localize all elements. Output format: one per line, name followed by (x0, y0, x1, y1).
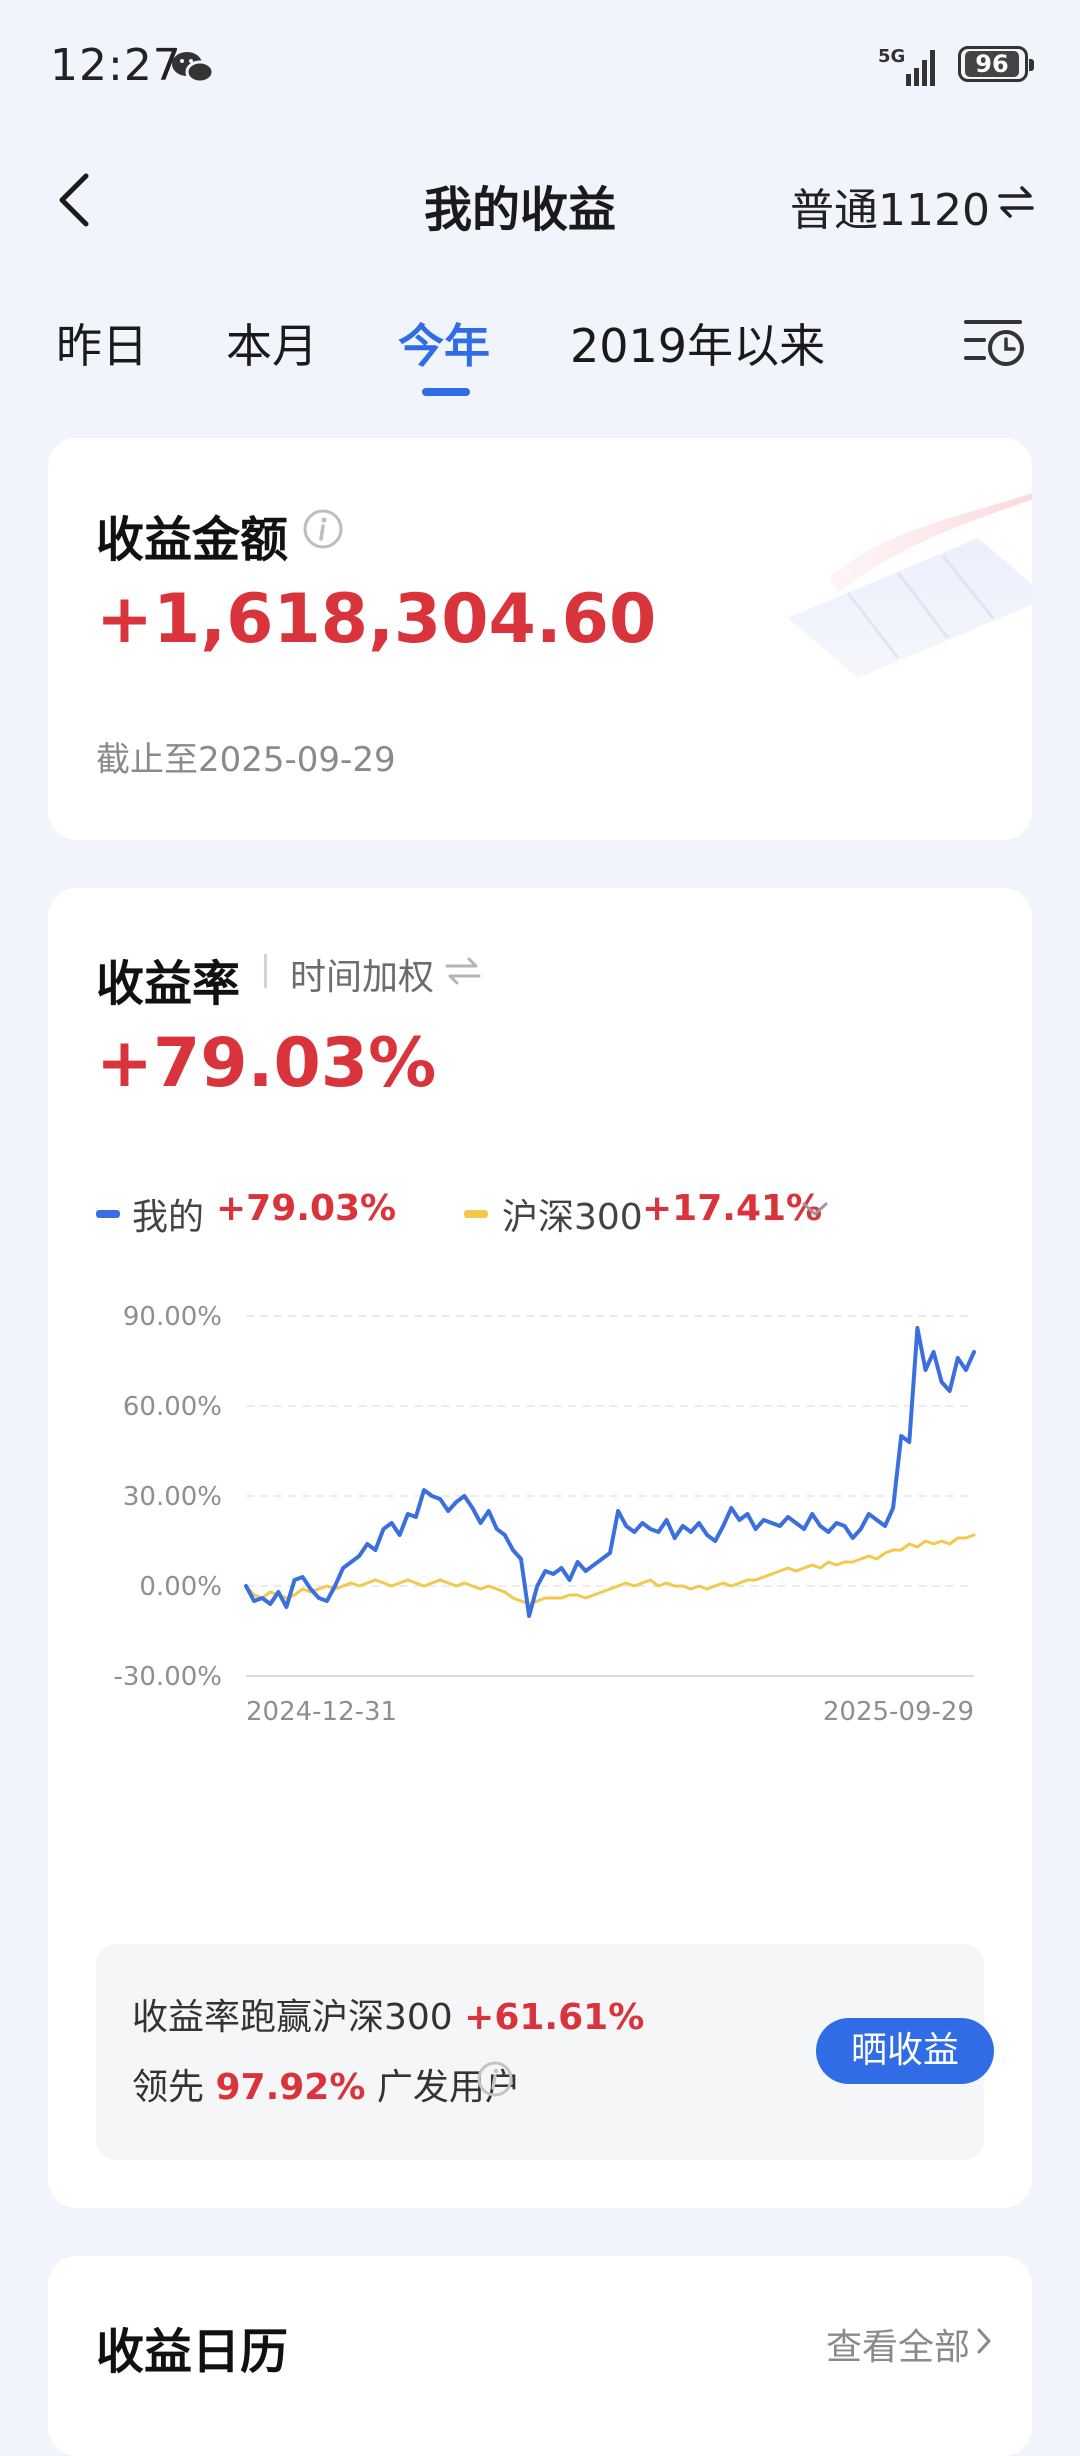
as-of-date: 截止至2025-09-29 (96, 740, 396, 780)
period-tabs: 昨日 本月 今年 2019年以来 (0, 300, 1080, 410)
battery-level: 96 (965, 51, 1019, 77)
compare-line: 收益率跑赢沪深300 +61.61% (132, 1988, 644, 2040)
calendar-card: 收益日历 查看全部 (48, 2256, 1032, 2456)
chevron-right-icon[interactable] (974, 2326, 994, 2356)
comparison-box: 收益率跑赢沪深300 +61.61% 领先 97.92% 广发用户 晒收益 (96, 1944, 994, 2160)
active-tab-indicator (422, 388, 470, 396)
compare-value: +61.61% (464, 1997, 645, 2038)
x-tick-label: 2025-09-29 (823, 1697, 974, 1727)
tab-this-month[interactable]: 本月 (226, 310, 318, 376)
status-bar: 12:27 5G 96 (0, 0, 1080, 135)
divider (264, 954, 267, 988)
earnings-amount: +1,618,304.60 (96, 580, 657, 659)
y-tick-label: 60.00% (123, 1392, 222, 1422)
account-switch[interactable]: 普通1120 (790, 174, 990, 238)
calendar-title: 收益日历 (96, 2324, 289, 2380)
return-chart[interactable]: 90.00% 60.00% 30.00% 0.00% -30.00% 2024-12-31… (48, 1298, 1032, 1738)
view-all-link[interactable]: 查看全部 (826, 2318, 970, 2370)
signal-icon: 5G (878, 46, 935, 86)
share-earnings-button[interactable]: 晒收益 (816, 2018, 994, 2084)
info-icon[interactable] (476, 2060, 514, 2098)
tab-yesterday[interactable]: 昨日 (56, 310, 148, 376)
tab-this-year[interactable]: 今年 (398, 310, 490, 376)
battery-icon: 96 (958, 46, 1034, 82)
lead-line: 领先 97.92% 广发用户 (132, 2058, 521, 2110)
lead-value: 97.92% (215, 2067, 366, 2108)
y-tick-label: 90.00% (123, 1302, 222, 1332)
legend-name-csi300: 沪深300 (502, 1197, 643, 1238)
chevron-down-icon[interactable] (800, 1198, 830, 1220)
status-time: 12:27 (50, 40, 182, 91)
series-line-mine (244, 1326, 976, 1618)
x-tick-label: 2024-12-31 (246, 1697, 397, 1727)
legend-value-mine: +79.03% (216, 1188, 397, 1229)
swap-weighting-icon[interactable] (444, 956, 482, 986)
weighting-label[interactable]: 时间加权 (290, 948, 434, 1000)
legend-name-mine: 我的 (132, 1197, 205, 1238)
lead-prefix: 领先 (132, 2067, 205, 2108)
earnings-card: 收益金额 +1,618,304.60 截止至2025-09-29 (48, 438, 1032, 840)
return-rate: +79.03% (96, 1024, 437, 1103)
y-tick-label: -30.00% (113, 1662, 222, 1692)
compare-text: 收益率跑赢沪深300 (132, 1997, 453, 2038)
earnings-title: 收益金额 (96, 512, 289, 568)
y-tick-label: 30.00% (123, 1482, 222, 1512)
return-title: 收益率 (96, 956, 241, 1012)
trend-illustration (788, 493, 1032, 678)
wechat-icon (172, 52, 215, 84)
y-tick-label: 0.00% (139, 1572, 222, 1602)
info-icon[interactable] (302, 508, 344, 550)
nav-bar: 我的收益 普通1120 (0, 150, 1080, 250)
swap-icon[interactable] (996, 184, 1036, 220)
svg-text:5G: 5G (878, 46, 905, 67)
legend-swatch-mine (96, 1210, 120, 1218)
legend-value-csi300: +17.41% (642, 1188, 823, 1229)
tab-since-2019[interactable]: 2019年以来 (570, 310, 825, 376)
history-list-icon[interactable] (962, 314, 1028, 370)
legend-swatch-csi300 (464, 1210, 488, 1218)
return-card: 收益率 时间加权 +79.03% 我的 +79.03% 沪深300 +17.41… (48, 888, 1032, 2208)
